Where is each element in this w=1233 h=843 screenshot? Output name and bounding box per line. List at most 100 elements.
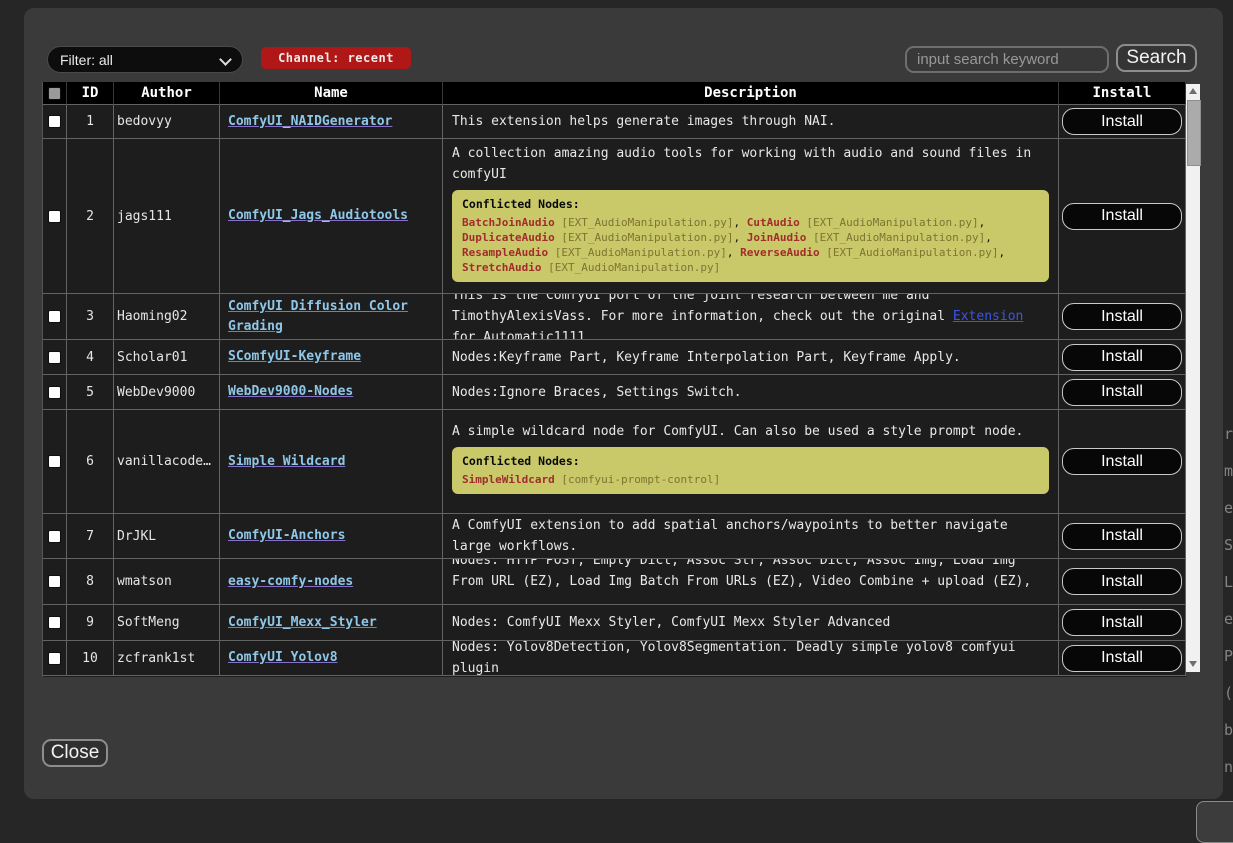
extension-name-link[interactable]: ComfyUI-Anchors: [228, 526, 345, 546]
row-description-cell: Nodes: ComfyUI Mexx Styler, ComfyUI Mexx…: [443, 605, 1059, 641]
select-all-checkbox[interactable]: [48, 87, 61, 100]
row-description-cell: This is the ComfyUI port of the joint re…: [443, 294, 1059, 340]
row-checkbox-cell: [43, 559, 67, 605]
install-button[interactable]: Install: [1062, 108, 1182, 135]
row-name-cell: ComfyUI_Mexx_Styler: [220, 605, 443, 641]
row-name-cell: Simple Wildcard: [220, 410, 443, 514]
row-id-cell: 6: [67, 410, 114, 514]
extension-name-link[interactable]: ComfyUI Yolov8: [228, 648, 338, 668]
row-checkbox-cell: [43, 340, 67, 375]
select-row-checkbox[interactable]: [48, 310, 61, 323]
row-install-cell: Install: [1059, 375, 1186, 410]
scroll-up-icon[interactable]: [1186, 84, 1200, 97]
row-name-cell: ComfyUI Diffusion Color Grading: [220, 294, 443, 340]
scroll-down-icon[interactable]: [1186, 657, 1200, 670]
row-author-cell: jags111: [114, 139, 220, 294]
row-description-cell: A simple wildcard node for ComfyUI. Can …: [443, 410, 1059, 514]
install-button[interactable]: Install: [1062, 609, 1182, 636]
extension-name-link[interactable]: ComfyUI_Mexx_Styler: [228, 613, 377, 633]
scrollbar-thumb[interactable]: [1187, 100, 1201, 166]
select-row-checkbox[interactable]: [48, 386, 61, 399]
row-description-cell: Nodes: Yolov8Detection, Yolov8Segmentati…: [443, 641, 1059, 676]
description-text: This is the ComfyUI port of the joint re…: [452, 294, 1049, 340]
description-text: Nodes:Ignore Braces, Settings Switch.: [452, 382, 1049, 403]
row-install-cell: Install: [1059, 105, 1186, 139]
row-install-cell: Install: [1059, 641, 1186, 676]
background-text-fragment: b: [1224, 721, 1233, 739]
background-text-fragment: e: [1224, 610, 1233, 628]
select-row-checkbox[interactable]: [48, 530, 61, 543]
conflict-items: BatchJoinAudio [EXT_AudioManipulation.py…: [462, 215, 1039, 275]
row-install-cell: Install: [1059, 340, 1186, 375]
install-button[interactable]: Install: [1062, 303, 1182, 330]
row-id-cell: 10: [67, 641, 114, 676]
install-button[interactable]: Install: [1062, 568, 1182, 595]
row-checkbox-cell: [43, 294, 67, 340]
row-install-cell: Install: [1059, 559, 1186, 605]
search-button[interactable]: Search: [1116, 44, 1197, 72]
row-install-cell: Install: [1059, 139, 1186, 294]
background-text-fragment: m: [1224, 462, 1233, 480]
row-checkbox-cell: [43, 605, 67, 641]
row-author-cell: DrJKL: [114, 514, 220, 559]
filter-select[interactable]: Filter: all: [47, 46, 243, 73]
row-description-cell: Nodes: HTTP POST, Empty Dict, Assoc Str,…: [443, 559, 1059, 605]
extensions-table: ID Author Name Description Install 1bedo…: [42, 82, 1186, 677]
row-checkbox-cell: [43, 641, 67, 676]
row-author-cell: vanillacode…: [114, 410, 220, 514]
install-button[interactable]: Install: [1062, 344, 1182, 371]
extension-name-link[interactable]: ComfyUI Diffusion Color Grading: [228, 297, 434, 337]
extension-name-link[interactable]: easy-comfy-nodes: [228, 572, 353, 592]
filter-dropdown-wrap: Filter: all: [47, 46, 243, 73]
row-author-cell: wmatson: [114, 559, 220, 605]
row-install-cell: Install: [1059, 410, 1186, 514]
description-text: Nodes: ComfyUI Mexx Styler, ComfyUI Mexx…: [452, 612, 1049, 633]
description-text: Nodes: Yolov8Detection, Yolov8Segmentati…: [452, 641, 1049, 676]
search-input[interactable]: [905, 46, 1109, 73]
channel-badge-button[interactable]: Channel: recent: [261, 47, 411, 69]
extension-name-link[interactable]: ComfyUI_Jags_Audiotools: [228, 206, 408, 226]
description-text: A simple wildcard node for ComfyUI. Can …: [452, 421, 1049, 442]
row-description-cell: A collection amazing audio tools for wor…: [443, 139, 1059, 294]
close-button[interactable]: Close: [42, 739, 108, 767]
install-button[interactable]: Install: [1062, 203, 1182, 230]
description-text: This extension helps generate images thr…: [452, 111, 1049, 132]
row-description-cell: Nodes:Keyframe Part, Keyframe Interpolat…: [443, 340, 1059, 375]
select-row-checkbox[interactable]: [48, 575, 61, 588]
extension-name-link[interactable]: SComfyUI-Keyframe: [228, 347, 361, 367]
header-description: Description: [443, 82, 1059, 105]
select-all-header-cell: [43, 82, 67, 105]
select-row-checkbox[interactable]: [48, 351, 61, 364]
row-description-cell: A ComfyUI extension to add spatial ancho…: [443, 514, 1059, 559]
conflicted-nodes-warning: Conflicted Nodes:BatchJoinAudio [EXT_Aud…: [452, 190, 1049, 282]
install-button[interactable]: Install: [1062, 645, 1182, 672]
select-row-checkbox[interactable]: [48, 115, 61, 128]
extension-name-link[interactable]: Simple Wildcard: [228, 452, 345, 472]
row-name-cell: ComfyUI_NAIDGenerator: [220, 105, 443, 139]
extension-inline-link[interactable]: Extension: [953, 309, 1023, 324]
background-text-fragment: S: [1224, 536, 1233, 554]
header-id: ID: [67, 82, 114, 105]
select-row-checkbox[interactable]: [48, 616, 61, 629]
header-author: Author: [114, 82, 220, 105]
row-checkbox-cell: [43, 105, 67, 139]
row-author-cell: WebDev9000: [114, 375, 220, 410]
extension-name-link[interactable]: ComfyUI_NAIDGenerator: [228, 112, 392, 132]
background-text-fragment: n: [1224, 758, 1233, 776]
row-checkbox-cell: [43, 139, 67, 294]
row-checkbox-cell: [43, 514, 67, 559]
select-row-checkbox[interactable]: [48, 455, 61, 468]
row-id-cell: 9: [67, 605, 114, 641]
row-checkbox-cell: [43, 410, 67, 514]
row-install-cell: Install: [1059, 605, 1186, 641]
description-text: Nodes: HTTP POST, Empty Dict, Assoc Str,…: [452, 559, 1049, 605]
select-row-checkbox[interactable]: [48, 210, 61, 223]
select-row-checkbox[interactable]: [48, 652, 61, 665]
install-button[interactable]: Install: [1062, 523, 1182, 550]
table-scrollbar[interactable]: [1186, 84, 1200, 672]
install-button[interactable]: Install: [1062, 448, 1182, 475]
row-author-cell: Scholar01: [114, 340, 220, 375]
row-id-cell: 1: [67, 105, 114, 139]
install-button[interactable]: Install: [1062, 379, 1182, 406]
extension-name-link[interactable]: WebDev9000-Nodes: [228, 382, 353, 402]
